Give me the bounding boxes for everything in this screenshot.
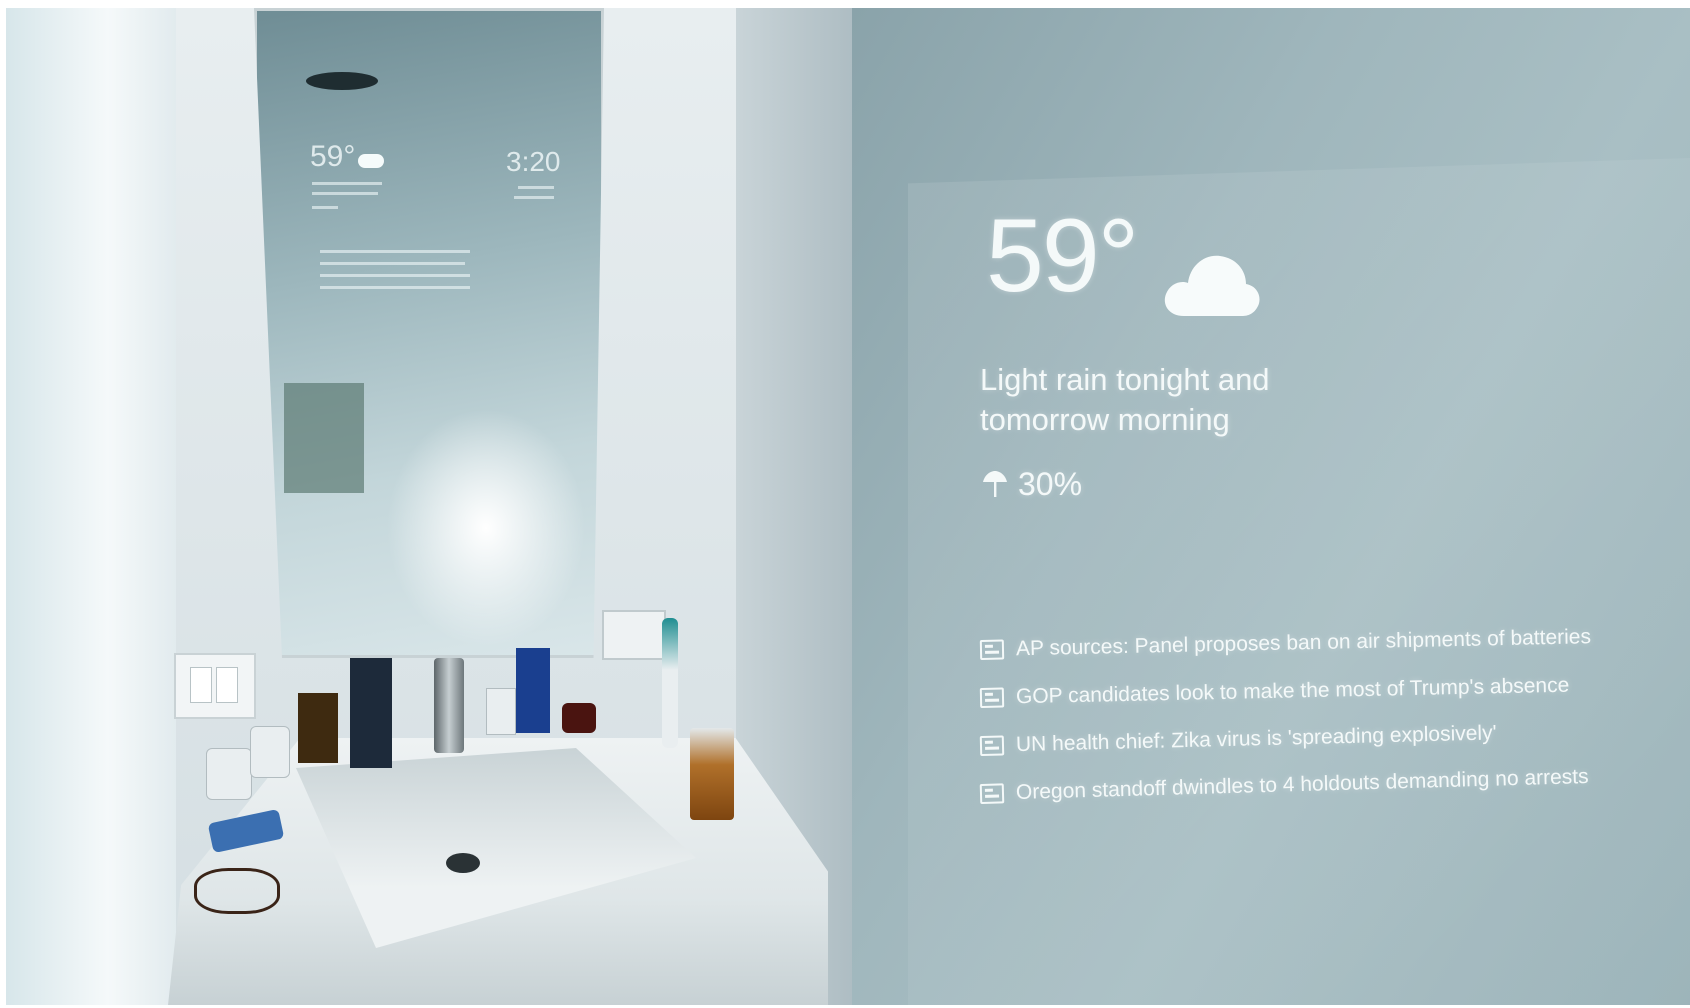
news-headline: GOP candidates look to make the most of … bbox=[1015, 673, 1570, 709]
news-headline: AP sources: Panel proposes ban on air sh… bbox=[1015, 625, 1592, 661]
mirror-forecast-line bbox=[312, 182, 382, 185]
mirror-date-line bbox=[518, 186, 554, 189]
dark-bottle bbox=[350, 658, 392, 768]
mirror-date-line bbox=[514, 196, 554, 199]
mirror-temperature: 59° bbox=[310, 140, 356, 173]
cotton-swab-cup bbox=[206, 748, 252, 800]
white-jar bbox=[486, 688, 516, 735]
precipitation-value: 30% bbox=[1018, 466, 1083, 502]
white-cup bbox=[250, 726, 290, 778]
electric-toothbrush bbox=[662, 618, 678, 748]
light-switch bbox=[174, 653, 256, 719]
precipitation: 30% bbox=[982, 466, 1082, 503]
wall-outlet bbox=[602, 610, 666, 660]
temperature: 59° bbox=[986, 198, 1139, 314]
left-wall bbox=[6, 8, 176, 1005]
mirror-cloud-icon bbox=[358, 154, 384, 168]
cologne-bottle bbox=[298, 693, 338, 763]
mirror-news-line bbox=[320, 286, 470, 289]
news-icon bbox=[979, 639, 1005, 660]
ceiling-light bbox=[306, 72, 378, 90]
bathroom-photo: 59° 3:20 bbox=[6, 8, 852, 1005]
mirror-forecast-line bbox=[312, 192, 378, 195]
mirror-news-line bbox=[320, 274, 470, 277]
mirror-time: 3:20 bbox=[506, 146, 561, 177]
mirror-news-line bbox=[320, 250, 470, 253]
mirror-precip-line bbox=[312, 206, 338, 209]
faucet bbox=[434, 658, 464, 753]
news-icon bbox=[979, 783, 1005, 804]
cloud-icon bbox=[1164, 255, 1260, 316]
umbrella-icon bbox=[983, 470, 1007, 497]
eyeglasses bbox=[194, 868, 280, 914]
sink-drain bbox=[446, 853, 480, 873]
mirror-closeup: 59° Light rain tonight and tomorrow morn… bbox=[852, 8, 1690, 1005]
reflected-glow bbox=[386, 408, 586, 648]
blue-bottle bbox=[516, 648, 550, 733]
red-jar bbox=[562, 703, 596, 733]
mirror-news-line bbox=[320, 262, 465, 265]
forecast-text: Light rain tonight and tomorrow morning bbox=[980, 362, 1270, 437]
news-icon bbox=[979, 687, 1005, 708]
news-list: AP sources: Panel proposes ban on air sh… bbox=[979, 625, 1600, 818]
news-headline: Oregon standoff dwindles to 4 holdouts d… bbox=[1015, 765, 1589, 804]
news-headline: UN health chief: Zika virus is 'spreadin… bbox=[1015, 721, 1497, 757]
reflected-shelf bbox=[284, 383, 364, 493]
news-icon bbox=[979, 735, 1005, 756]
amber-glass-jar bbox=[690, 728, 734, 820]
